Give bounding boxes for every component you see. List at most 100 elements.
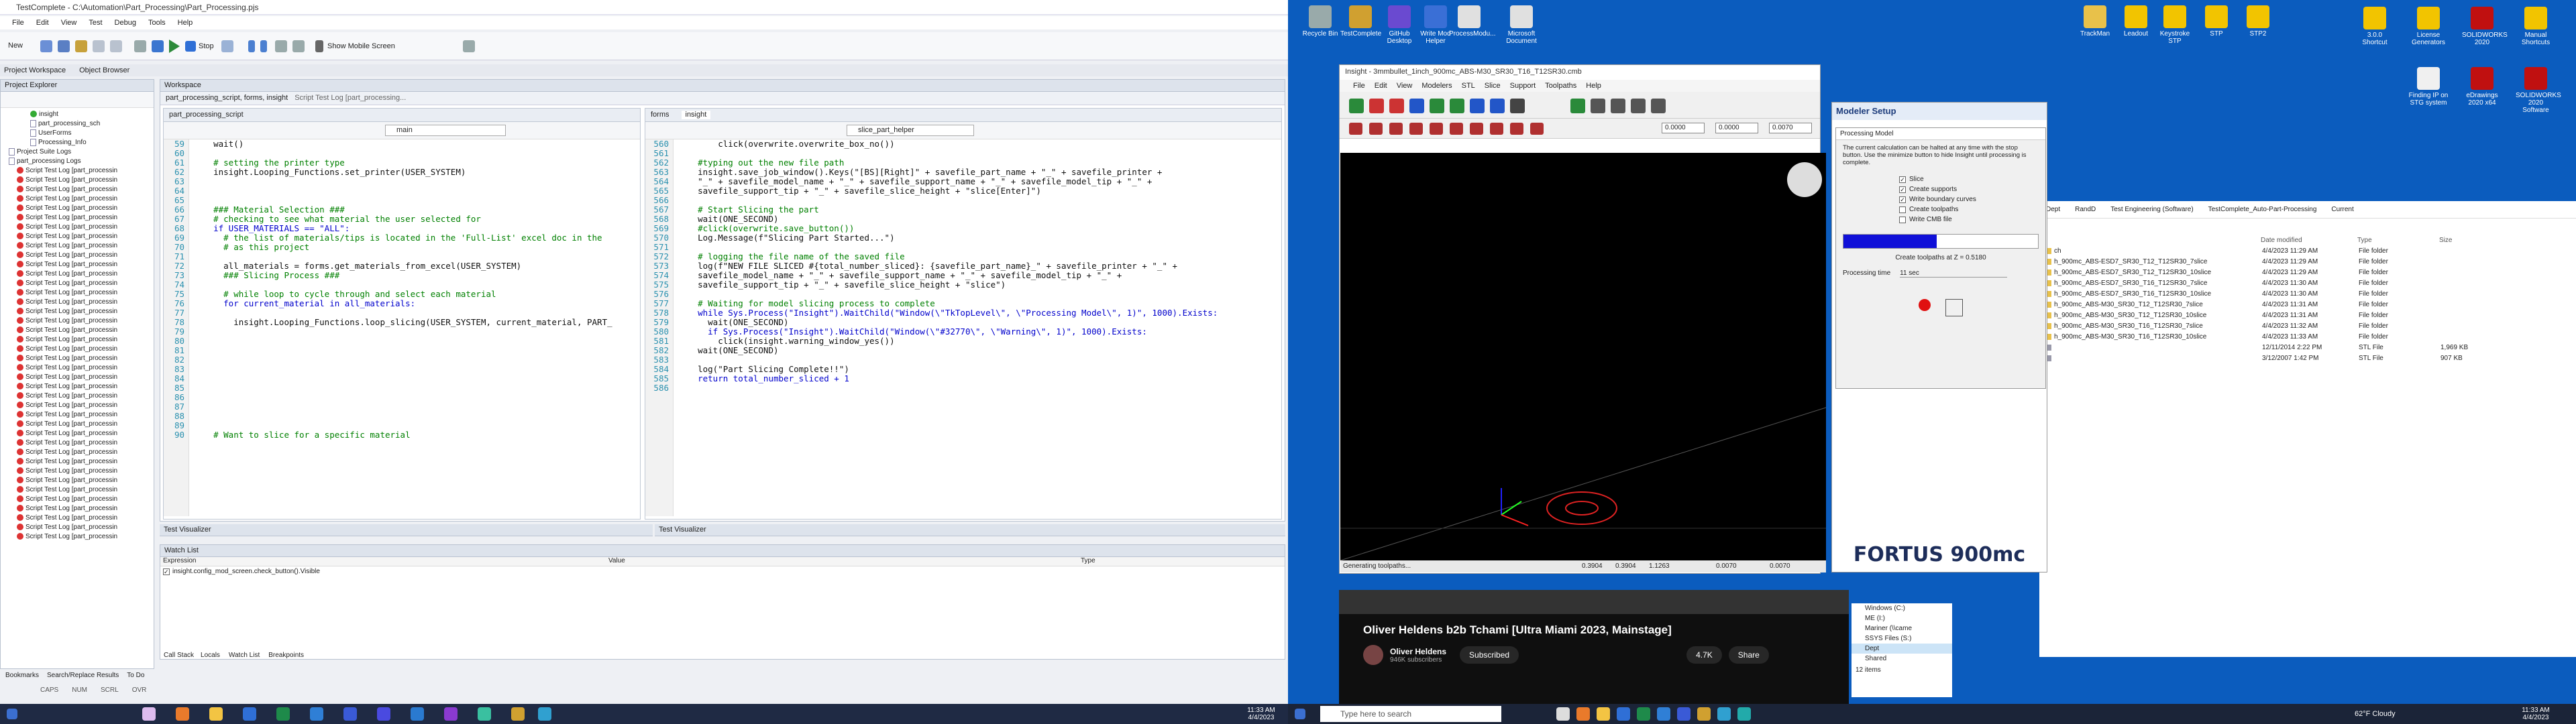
code-line[interactable]: # while loop to cycle through and select… [193,290,637,299]
file-row[interactable]: ch 4/4/2023 11:29 AM File folder [2045,245,2576,256]
workspace-tab-log[interactable]: Script Test Log [part_processing... [294,94,406,103]
menu-view[interactable]: View [61,19,77,27]
log-item[interactable]: Script Test Log [part_processin [3,259,151,269]
desktop-icon[interactable]: SOLIDWORKS 2020 [2462,7,2508,46]
tab-object-browser[interactable]: Object Browser [79,66,129,74]
log-item[interactable]: Script Test Log [part_processin [3,316,151,325]
explorer-icon[interactable] [209,707,223,721]
code-line[interactable] [193,149,637,158]
undo-icon[interactable] [93,40,105,52]
menu-edit[interactable]: Edit [36,19,49,27]
clock-right[interactable]: 11:33 AM 4/4/2023 [2516,707,2556,721]
log-item[interactable]: Script Test Log [part_processin [3,231,151,241]
editor-tab-forms[interactable]: forms [651,111,669,119]
mobile-icon[interactable] [315,40,323,52]
insight-menu-item[interactable]: View [1397,82,1413,90]
insight-align-icon[interactable] [1530,123,1544,135]
code-line[interactable]: while Sys.Process("Insight").WaitChild("… [678,308,1281,318]
nav-item[interactable]: Shared [1851,654,1952,664]
tab-project-workspace[interactable]: Project Workspace [4,66,66,74]
tree-item[interactable]: Processing_Info [3,137,151,147]
crumb-testcomplete[interactable]: TestComplete_Auto-Part-Processing [2208,206,2317,213]
code-line[interactable] [678,355,1281,365]
log-item[interactable]: Script Test Log [part_processin [3,297,151,306]
insight-tool-icon[interactable] [1470,99,1485,113]
code-line[interactable]: insight.save_job_window().Keys("[BS][Rig… [678,168,1281,177]
app5-icon[interactable] [538,707,551,721]
subscribe-button[interactable]: Subscribed [1460,646,1519,664]
code-line[interactable]: # the list of materials/tips is located … [193,233,637,243]
desktop-icon[interactable]: Finding IP on STG system [2408,67,2449,107]
col-date[interactable]: Date modified [2261,237,2357,244]
col-type[interactable]: Type [2357,237,2439,244]
insight-align-icon[interactable] [1349,123,1362,135]
step-checkbox[interactable]: Create toolpaths [1899,204,2039,215]
excel-icon[interactable] [276,707,290,721]
log-item[interactable]: Script Test Log [part_processin [3,391,151,400]
log-item[interactable]: Script Test Log [part_processin [3,278,151,288]
desktop-icon[interactable]: GitHub Desktop [1379,5,1419,45]
code-line[interactable] [193,252,637,261]
menu-tools[interactable]: Tools [148,19,166,27]
desktop-icon[interactable]: eDrawings 2020 x64 [2462,67,2502,107]
testcomplete-icon[interactable] [511,707,525,721]
video-area[interactable] [1339,590,1849,614]
menu-debug[interactable]: Debug [115,19,136,27]
log-item[interactable]: Script Test Log [part_processin [3,363,151,372]
record-icon[interactable] [134,40,146,52]
file-row[interactable]: h_900mc_ABS-ESD7_SR30_T12_T12SR30_10slic… [2045,267,2576,278]
code-line[interactable]: wait(ONE_SECOND) [678,215,1281,224]
log-item[interactable]: Script Test Log [part_processin [3,194,151,203]
stop-icon[interactable] [1919,299,1931,311]
code-line[interactable]: savefile_support_tip + "_" + savefile_sl… [678,186,1281,196]
field-y[interactable]: 0.0000 [1715,123,1758,133]
log-item[interactable]: Script Test Log [part_processin [3,344,151,353]
code-line[interactable]: click(insight.warning_window_yes()) [678,337,1281,346]
desktop-icon[interactable]: STP2 [2238,5,2278,38]
log-item[interactable]: Script Test Log [part_processin [3,213,151,222]
code-line[interactable]: if Sys.Process("Insight").WaitChild("Win… [678,327,1281,337]
redo-icon[interactable] [110,40,122,52]
nav-item[interactable]: Mariner (\\came [1851,623,1952,634]
desktop-icon[interactable]: Keystroke STP [2155,5,2195,45]
code-line[interactable]: all_materials = forms.get_materials_from… [193,261,637,271]
code-line[interactable] [193,412,637,421]
options-icon[interactable] [463,40,475,52]
watch-checkbox[interactable]: ✓ [163,568,170,575]
code-line[interactable] [678,383,1281,393]
save-icon[interactable] [58,40,70,52]
code-area[interactable]: wait() # setting the printer type insigh… [189,139,637,516]
stop-icon[interactable] [185,41,196,52]
file-row[interactable]: h_900mc_ABS-ESD7_SR30_T16_T12SR30_10slic… [2045,288,2576,299]
code-line[interactable] [193,337,637,346]
outlook-icon[interactable] [1617,707,1630,721]
log-item[interactable]: Script Test Log [part_processin [3,532,151,541]
log-item[interactable]: Script Test Log [part_processin [3,457,151,466]
insight-tool-icon[interactable] [1450,99,1464,113]
code-line[interactable]: # checking to see what material the user… [193,215,637,224]
start-icon[interactable] [1295,709,1305,719]
editor-tab-insight[interactable]: insight [681,111,711,119]
insight-menu-item[interactable]: STL [1462,82,1475,90]
nav-item[interactable]: ME (I:) [1851,613,1952,623]
col-expression[interactable]: Expression [160,557,608,566]
log-item[interactable]: Script Test Log [part_processin [3,466,151,475]
search-box[interactable]: Type here to search [1320,706,1501,722]
tab-bookmarks[interactable]: Bookmarks [5,672,39,679]
code-line[interactable]: #typing out the new file path [678,158,1281,168]
code-line[interactable]: return total_number_sliced + 1 [678,374,1281,383]
start-icon[interactable] [7,709,17,719]
code-line[interactable]: # as this project [193,243,637,252]
log-item[interactable]: Script Test Log [part_processin [3,438,151,447]
insight-align-icon[interactable] [1450,123,1463,135]
file-row[interactable]: h_900mc_ABS-M30_SR30_T12_T12SR30_7slice 4… [2045,299,2576,310]
log-item[interactable]: Script Test Log [part_processin [3,475,151,485]
code-line[interactable] [193,346,637,355]
script-editor-right[interactable]: forms insight slice_part_helper 560 561 56… [645,108,1282,520]
code-line[interactable] [193,402,637,412]
col-type[interactable]: Type [1081,557,1095,566]
code-line[interactable] [193,355,637,365]
code-line[interactable]: # setting the printer type [193,158,637,168]
file-row[interactable]: h_900mc_ABS-ESD7_SR30_T12_T12SR30_7slice… [2045,256,2576,267]
file-row[interactable]: h_900mc_ABS-M30_SR30_T16_T12SR30_7slice 4… [2045,320,2576,331]
